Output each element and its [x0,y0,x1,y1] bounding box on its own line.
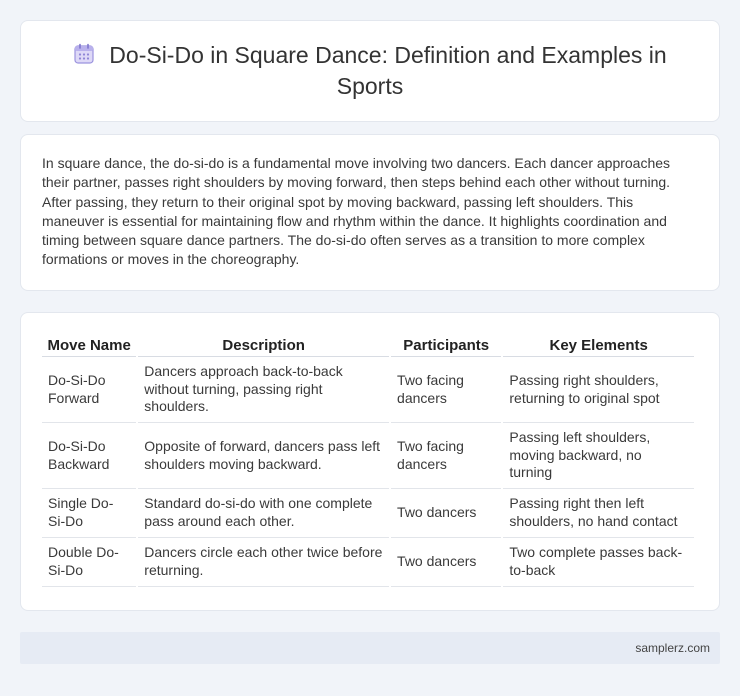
cell-participants: Two facing dancers [391,357,502,423]
intro-paragraph: In square dance, the do-si-do is a funda… [42,155,671,268]
column-header-description: Description [138,333,390,357]
page-title: Do-Si-Do in Square Dance: Definition and… [109,42,667,99]
calendar-icon [73,43,95,72]
cell-key-elements: Passing left shoulders, moving backward,… [503,423,694,489]
cell-description: Dancers circle each other twice before r… [138,538,390,587]
table-row: Do-Si-Do Backward Opposite of forward, d… [42,423,694,489]
moves-table: Move Name Description Participants Key E… [40,333,696,587]
cell-move-name: Double Do-Si-Do [42,538,137,587]
cell-move-name: Do-Si-Do Backward [42,423,137,489]
cell-key-elements: Passing right then left shoulders, no ha… [503,489,694,538]
intro-card: In square dance, the do-si-do is a funda… [20,134,720,291]
column-header-move-name: Move Name [42,333,137,357]
cell-move-name: Single Do-Si-Do [42,489,137,538]
cell-key-elements: Passing right shoulders, returning to or… [503,357,694,423]
footer-site-link[interactable]: samplerz.com [635,641,710,655]
table-header-row: Move Name Description Participants Key E… [42,333,694,357]
cell-participants: Two dancers [391,538,502,587]
column-header-key-elements: Key Elements [503,333,694,357]
table-card: Move Name Description Participants Key E… [20,312,720,611]
table-row: Single Do-Si-Do Standard do-si-do with o… [42,489,694,538]
cell-description: Opposite of forward, dancers pass left s… [138,423,390,489]
page: Do-Si-Do in Square Dance: Definition and… [0,0,740,696]
cell-key-elements: Two complete passes back-to-back [503,538,694,587]
cell-participants: Two facing dancers [391,423,502,489]
column-header-participants: Participants [391,333,502,357]
footer: samplerz.com [20,632,720,664]
cell-participants: Two dancers [391,489,502,538]
table-row: Double Do-Si-Do Dancers circle each othe… [42,538,694,587]
table-row: Do-Si-Do Forward Dancers approach back-t… [42,357,694,423]
cell-move-name: Do-Si-Do Forward [42,357,137,423]
cell-description: Dancers approach back-to-back without tu… [138,357,390,423]
page-title-block: Do-Si-Do in Square Dance: Definition and… [51,41,689,101]
title-card: Do-Si-Do in Square Dance: Definition and… [20,20,720,122]
cell-description: Standard do-si-do with one complete pass… [138,489,390,538]
